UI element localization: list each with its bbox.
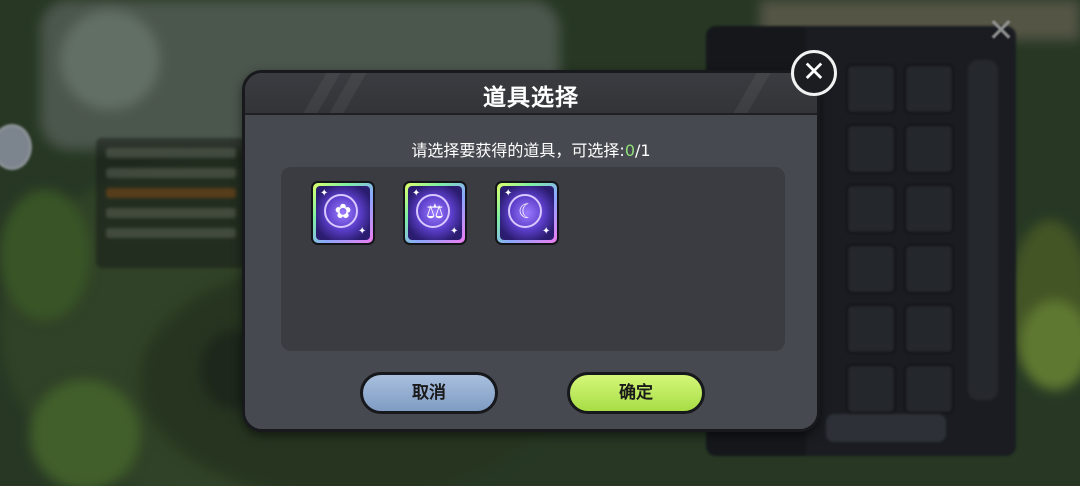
item-selection-dialog: 道具选择 请选择要获得的道具，可选择:0/1 ✿ ✦ ✦ ⚖ ✦ ✦ ☾ ✦ ✦… [242,70,820,432]
item-slot-1[interactable]: ✿ ✦ ✦ [311,181,375,245]
purple-scale-orb-icon: ⚖ ✦ ✦ [408,186,462,240]
cancel-button[interactable]: 取消 [360,372,498,414]
item-glyph: ✿ [334,199,352,223]
items-area: ✿ ✦ ✦ ⚖ ✦ ✦ ☾ ✦ ✦ [281,167,785,351]
purple-flower-orb-icon: ✿ ✦ ✦ [316,186,370,240]
confirm-button[interactable]: 确定 [567,372,705,414]
selection-prompt: 请选择要获得的道具，可选择:0/1 [245,137,817,161]
max-count: /1 [635,141,651,160]
sparkle-icon: ✦ [320,188,329,199]
sparkle-icon: ✦ [450,226,459,237]
prompt-text: 请选择要获得的道具，可选择: [411,141,625,160]
purple-moon-orb-icon: ☾ ✦ ✦ [500,186,554,240]
item-slot-2[interactable]: ⚖ ✦ ✦ [403,181,467,245]
sparkle-icon: ✦ [358,226,367,237]
dialog-title: 道具选择 [483,85,579,111]
item-glyph: ⚖ [426,199,444,223]
close-icon[interactable]: ✕ [791,50,837,96]
selected-count: 0 [624,141,635,160]
item-slot-3[interactable]: ☾ ✦ ✦ [495,181,559,245]
item-glyph: ☾ [518,199,536,223]
sparkle-icon: ✦ [412,188,421,199]
sparkle-icon: ✦ [542,226,551,237]
sparkle-icon: ✦ [504,188,513,199]
